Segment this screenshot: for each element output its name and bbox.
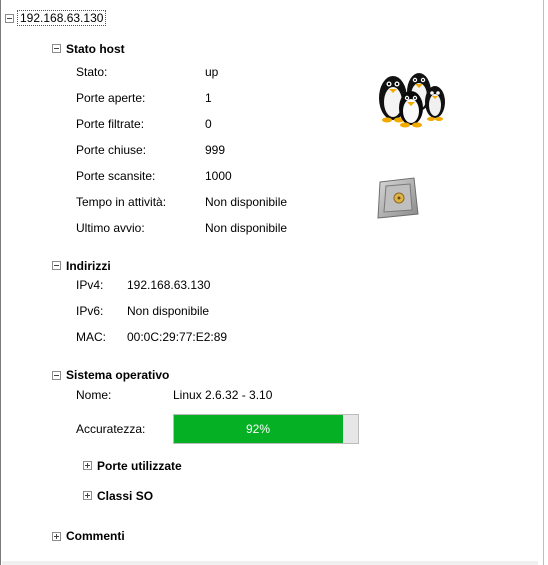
- last-boot-value: Non disponibile: [205, 221, 288, 235]
- filtered-ports-value: 0: [205, 117, 212, 131]
- os-collapse-toggle[interactable]: [52, 371, 61, 380]
- addresses-collapse-toggle[interactable]: [52, 261, 61, 270]
- open-ports-label: Porte aperte:: [76, 91, 146, 105]
- scanned-ports-value: 1000: [205, 169, 232, 183]
- accuracy-label: Accuratezza:: [76, 422, 146, 436]
- ipv6-value: Non disponibile: [127, 304, 210, 318]
- open-ports-value: 1: [205, 91, 212, 105]
- os-classes-expand-toggle[interactable]: [83, 491, 92, 500]
- os-name-label: Nome:: [76, 388, 112, 402]
- filtered-ports-label: Porte filtrate:: [76, 117, 145, 131]
- safe-vault-icon: [377, 177, 419, 219]
- host-status-collapse-toggle[interactable]: [52, 44, 61, 53]
- closed-ports-label: Porte chiuse:: [76, 143, 147, 157]
- comments-title[interactable]: Commenti: [66, 528, 125, 544]
- addresses-title: Indirizzi: [66, 259, 111, 273]
- ipv4-value: 192.168.63.130: [127, 278, 211, 292]
- accuracy-progress-bar: 92%: [173, 414, 359, 444]
- root-collapse-toggle[interactable]: [5, 14, 14, 23]
- last-boot-label: Ultimo avvio:: [76, 221, 145, 235]
- comments-expand-toggle[interactable]: [52, 532, 61, 541]
- ports-used-title[interactable]: Porte utilizzate: [97, 458, 182, 474]
- ipv4-label: IPv4:: [76, 278, 104, 292]
- ipv6-label: IPv6:: [76, 304, 104, 318]
- state-label: Stato:: [76, 65, 108, 79]
- uptime-value: Non disponibile: [205, 195, 288, 209]
- linux-penguins-icon: [379, 73, 445, 128]
- mac-value: 00:0C:29:77:E2:89: [127, 330, 228, 344]
- mac-label: MAC:: [76, 330, 106, 344]
- host-ip-node[interactable]: 192.168.63.130: [17, 10, 107, 26]
- os-classes-title[interactable]: Classi SO: [97, 488, 153, 504]
- host-status-title: Stato host: [66, 42, 125, 56]
- closed-ports-value: 999: [205, 143, 226, 157]
- state-value: up: [205, 65, 219, 79]
- ports-used-expand-toggle[interactable]: [83, 461, 92, 470]
- os-name-value: Linux 2.6.32 - 3.10: [173, 388, 273, 402]
- uptime-label: Tempo in attività:: [76, 195, 167, 209]
- os-title: Sistema operativo: [66, 368, 170, 382]
- accuracy-percent: 92%: [245, 422, 271, 436]
- horizontal-scrollbar[interactable]: [2, 561, 538, 565]
- host-details-panel: 192.168.63.130 Stato host Stato: up Port…: [0, 0, 544, 565]
- scanned-ports-label: Porte scansite:: [76, 169, 156, 183]
